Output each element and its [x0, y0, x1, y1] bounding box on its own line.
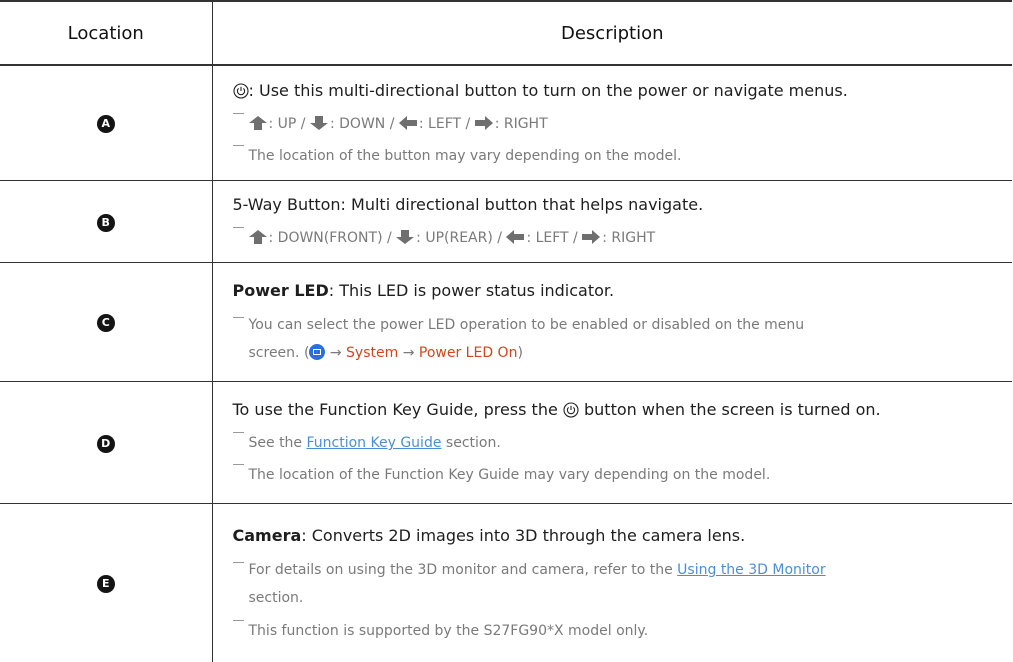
table-row: A : Use this multi-directional button to…	[0, 65, 1012, 181]
arrow-down-icon	[309, 115, 328, 130]
location-header: Location	[0, 0, 213, 66]
dir-left-label: : LEFT /	[526, 230, 578, 246]
arrow-left-icon	[398, 115, 417, 130]
location-cell: B	[0, 180, 213, 263]
power-icon	[232, 83, 249, 99]
main-text: Camera: Converts 2D images into 3D throu…	[233, 519, 1007, 553]
note-suffix: section.	[248, 589, 304, 606]
table-header-row: Location Description	[0, 0, 1012, 66]
description-header: Description	[212, 0, 1012, 66]
main-suffix: button when the screen is turned on.	[584, 400, 881, 419]
term-power-led: Power LED	[232, 280, 329, 300]
note-prefix: For details on using the 3D monitor and …	[248, 561, 673, 578]
arrow-right-icon	[474, 115, 493, 130]
note: This function is supported by the S27FG9…	[232, 615, 1007, 647]
table-row: B 5-Way Button: Multi directional button…	[0, 180, 1012, 263]
note: For details on using the 3D monitor and …	[232, 553, 1007, 615]
main-text: Power LED: This LED is power status indi…	[233, 274, 1007, 308]
main-prefix: To use the Function Key Guide, press the	[232, 400, 558, 419]
path-arrow: →	[329, 344, 342, 361]
controls-table: Location Description A : Use this multi-…	[0, 0, 1012, 662]
dir-up-label: : DOWN(FRONT) /	[268, 230, 392, 246]
location-badge-b: B	[96, 213, 115, 232]
power-icon	[563, 402, 579, 418]
main-text-rest: : This LED is power status indicator.	[328, 280, 615, 300]
menu-icon	[309, 343, 326, 360]
dir-up-label: : UP /	[268, 115, 306, 132]
term-camera: Camera	[232, 525, 302, 545]
note-line-1: You can select the power LED operation t…	[248, 316, 805, 333]
note-text: The location of the button may vary depe…	[248, 147, 682, 164]
description-cell: To use the Function Key Guide, press the…	[212, 381, 1012, 504]
note: The location of the Function Key Guide m…	[232, 459, 1007, 491]
note: You can select the power LED operation t…	[232, 308, 1007, 370]
menu-path-power-led-on: Power LED On	[418, 344, 518, 361]
main-text: To use the Function Key Guide, press the…	[233, 393, 1007, 427]
using-3d-monitor-link[interactable]: Using the 3D Monitor	[677, 562, 825, 578]
description-cell: : Use this multi-directional button to t…	[212, 65, 1012, 181]
path-arrow: →	[402, 344, 415, 361]
dir-left-label: : LEFT /	[418, 115, 471, 132]
function-key-guide-link[interactable]: Function Key Guide	[307, 435, 442, 451]
note-suffix: section.	[445, 435, 501, 451]
location-badge-d: D	[96, 434, 115, 453]
note: The location of the button may vary depe…	[232, 140, 1007, 172]
arrow-up-icon	[248, 115, 267, 130]
location-cell: D	[0, 381, 213, 504]
arrow-up-icon	[248, 230, 267, 244]
note: See the Function Key Guide section.	[232, 427, 1007, 459]
location-badge-e: E	[96, 575, 115, 594]
description-cell: 5-Way Button: Multi directional button t…	[212, 180, 1012, 263]
main-text-rest: : Converts 2D images into 3D through the…	[301, 525, 746, 545]
arrow-left-icon	[506, 230, 525, 244]
menu-path-system: System	[346, 344, 399, 361]
arrow-down-icon	[396, 230, 415, 244]
main-text-label: : Use this multi-directional button to t…	[248, 80, 848, 100]
dir-down-label: : DOWN /	[329, 115, 395, 132]
dir-right-label: : RIGHT	[494, 115, 548, 132]
note-suffix: )	[517, 344, 523, 361]
note-prefix: See the	[248, 435, 303, 451]
location-cell: E	[0, 503, 213, 662]
main-text: 5-Way Button: Multi directional button t…	[232, 195, 704, 214]
main-text: : Use this multi-directional button to t…	[232, 74, 1007, 108]
table-row: E Camera: Converts 2D images into 3D thr…	[0, 503, 1012, 662]
note-prefix: screen. (	[248, 344, 310, 361]
direction-note: : UP / : DOWN / : LEFT / : RIGHT	[232, 108, 1007, 140]
arrow-right-icon	[582, 230, 601, 244]
table-row: C Power LED: This LED is power status in…	[0, 262, 1012, 382]
dir-down-label: : UP(REAR) /	[416, 230, 502, 246]
note-text: This function is supported by the S27FG9…	[248, 622, 649, 639]
location-badge-c: C	[96, 314, 115, 332]
table-row: D To use the Function Key Guide, press t…	[0, 381, 1012, 504]
location-cell: C	[0, 262, 213, 382]
location-badge-a: A	[96, 115, 115, 134]
description-cell: Camera: Converts 2D images into 3D throu…	[212, 503, 1012, 662]
description-cell: Power LED: This LED is power status indi…	[212, 262, 1012, 382]
direction-note: : DOWN(FRONT) / : UP(REAR) / : LEFT / : …	[232, 222, 1007, 254]
dir-right-label: : RIGHT	[602, 230, 656, 246]
location-cell: A	[0, 65, 213, 181]
note-text: The location of the Function Key Guide m…	[248, 467, 771, 483]
